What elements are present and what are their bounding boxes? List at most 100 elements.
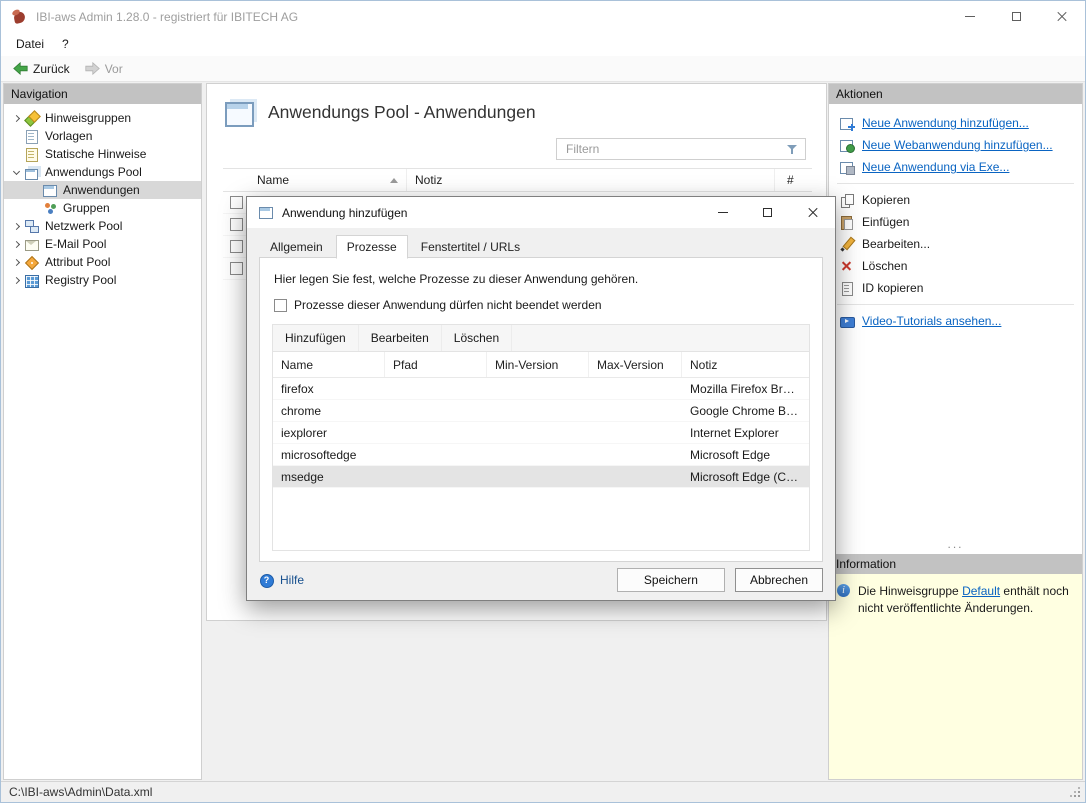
information-message: Die Hinweisgruppe Default enthält noch n… (858, 583, 1074, 618)
tree-item[interactable]: Attribut Pool (4, 253, 201, 271)
process-row[interactable]: iexplorer Internet Explorer (273, 422, 809, 444)
processes-no-kill-checkbox[interactable] (274, 299, 287, 312)
tree-item-label: E-Mail Pool (45, 237, 106, 251)
processes-description: Hier legen Sie fest, welche Prozesse zu … (274, 272, 808, 286)
dialog-control-icon (718, 212, 728, 213)
tree-item[interactable]: Registry Pool (4, 271, 201, 289)
process-toolbar-button[interactable]: Bearbeiten (359, 325, 442, 351)
process-row[interactable]: firefox Mozilla Firefox Browser (273, 378, 809, 400)
tree-item[interactable]: Netzwerk Pool (4, 217, 201, 235)
process-column-min-version[interactable]: Min-Version (487, 352, 589, 377)
action-item-label: Bearbeiten... (862, 237, 930, 251)
forward-button[interactable]: Vor (81, 60, 132, 78)
dialog-tab[interactable]: Allgemein (259, 235, 334, 259)
action-item[interactable]: Bearbeiten... (829, 233, 1082, 255)
column-header-notiz[interactable]: Notiz (407, 169, 775, 191)
action-item[interactable]: Kopieren (829, 189, 1082, 211)
dialog-controls (700, 197, 835, 228)
column-header-count[interactable]: # (775, 169, 812, 191)
window-control-button[interactable] (993, 1, 1039, 32)
process-column-notiz[interactable]: Notiz (682, 352, 809, 377)
back-arrow-icon (13, 62, 28, 75)
process-column-name[interactable]: Name (273, 352, 385, 377)
row-checkbox[interactable] (230, 218, 243, 231)
select-all-column[interactable] (223, 169, 249, 191)
row-checkbox[interactable] (230, 196, 243, 209)
tree-expander-icon[interactable] (8, 127, 24, 145)
help-link[interactable]: Hilfe (259, 573, 304, 588)
action-item[interactable]: Einfügen (829, 211, 1082, 233)
no-kill-checkbox-row: Prozesse dieser Anwendung dürfen nicht b… (274, 298, 808, 312)
pane-splitter-handle[interactable]: ... (829, 538, 1082, 554)
menu-item[interactable]: ? (53, 34, 78, 54)
tree-item[interactable]: Vorlagen (4, 127, 201, 145)
dialog-tab[interactable]: Prozesse (336, 235, 408, 259)
process-column-pfad[interactable]: Pfad (385, 352, 487, 377)
window-control-button[interactable] (1039, 1, 1085, 32)
tree-expander-icon[interactable] (8, 235, 24, 253)
process-column-max-version[interactable]: Max-Version (589, 352, 682, 377)
action-item-icon (839, 259, 855, 274)
tree-expander-icon[interactable] (8, 271, 24, 289)
tree-item[interactable]: Statische Hinweise (4, 145, 201, 163)
action-panel-header: Aktionen (829, 84, 1082, 104)
tree-item-icon (42, 183, 58, 198)
tree-item[interactable]: E-Mail Pool (4, 235, 201, 253)
resize-grip[interactable] (1068, 785, 1082, 799)
tree-item[interactable]: Anwendungs Pool (4, 163, 201, 181)
menu-item[interactable]: Datei (7, 34, 53, 54)
process-toolbar-button[interactable]: Hinzufügen (273, 325, 359, 351)
action-item[interactable]: Neue Anwendung hinzufügen... (829, 112, 1082, 134)
action-item[interactable]: Neue Webanwendung hinzufügen... (829, 134, 1082, 156)
tree-expander-icon[interactable] (8, 163, 24, 181)
action-item[interactable]: Neue Anwendung via Exe... (829, 156, 1082, 178)
default-group-link[interactable]: Default (962, 584, 1000, 598)
tree-item-label: Hinweisgruppen (45, 111, 131, 125)
window-control-icon (965, 16, 975, 17)
action-item-label: Löschen (862, 259, 907, 273)
save-button[interactable]: Speichern (617, 568, 725, 592)
action-item[interactable]: Löschen (829, 255, 1082, 277)
tree-expander-icon[interactable] (26, 199, 42, 217)
action-item-icon (839, 116, 855, 131)
process-notiz-cell: Google Chrome Browser (682, 404, 809, 418)
info-icon (837, 584, 851, 598)
process-row[interactable]: chrome Google Chrome Browser (273, 400, 809, 422)
filter-input[interactable] (557, 139, 805, 159)
action-item-icon (839, 193, 855, 208)
dialog-tab[interactable]: Fenstertitel / URLs (410, 235, 531, 259)
tree-item[interactable]: Gruppen (4, 199, 201, 217)
row-checkbox[interactable] (230, 262, 243, 275)
process-table: Name Pfad Min-Version Max-Version Notiz … (272, 351, 810, 551)
tree-expander-icon[interactable] (8, 217, 24, 235)
process-row[interactable]: msedge Microsoft Edge (Chrom... (273, 466, 809, 488)
window-controls (947, 1, 1085, 32)
dialog-tabs: Allgemein Prozesse Fenstertitel / URLs (247, 228, 835, 258)
tree-item[interactable]: Hinweisgruppen (4, 109, 201, 127)
tree-expander-icon[interactable] (26, 181, 42, 199)
action-item-label: Neue Anwendung hinzufügen... (862, 116, 1029, 130)
dialog-control-button[interactable] (745, 197, 790, 228)
tree-item-icon (24, 165, 40, 180)
action-panel: Aktionen Neue Anwendung hinzufügen... Ne… (828, 83, 1083, 780)
tree-item[interactable]: Anwendungen (4, 181, 201, 199)
action-item[interactable]: ID kopieren (829, 277, 1082, 299)
dialog-control-button[interactable] (790, 197, 835, 228)
process-row[interactable]: microsoftedge Microsoft Edge (273, 444, 809, 466)
back-button[interactable]: Zurück (9, 60, 79, 78)
cancel-button[interactable]: Abbrechen (735, 568, 823, 592)
action-item[interactable]: Video-Tutorials ansehen... (829, 310, 1082, 332)
tree-expander-icon[interactable] (8, 109, 24, 127)
window-control-button[interactable] (947, 1, 993, 32)
process-toolbar-button[interactable]: Löschen (442, 325, 512, 351)
sort-ascending-icon (390, 178, 398, 183)
column-header-name[interactable]: Name (249, 169, 407, 191)
funnel-icon[interactable] (785, 142, 801, 157)
tree-expander-icon[interactable] (8, 253, 24, 271)
row-checkbox[interactable] (230, 240, 243, 253)
tree-item-icon (24, 237, 40, 252)
app-logo-icon[interactable] (11, 9, 27, 25)
navigation-panel-header: Navigation (4, 84, 201, 104)
tree-expander-icon[interactable] (8, 145, 24, 163)
dialog-control-button[interactable] (700, 197, 745, 228)
